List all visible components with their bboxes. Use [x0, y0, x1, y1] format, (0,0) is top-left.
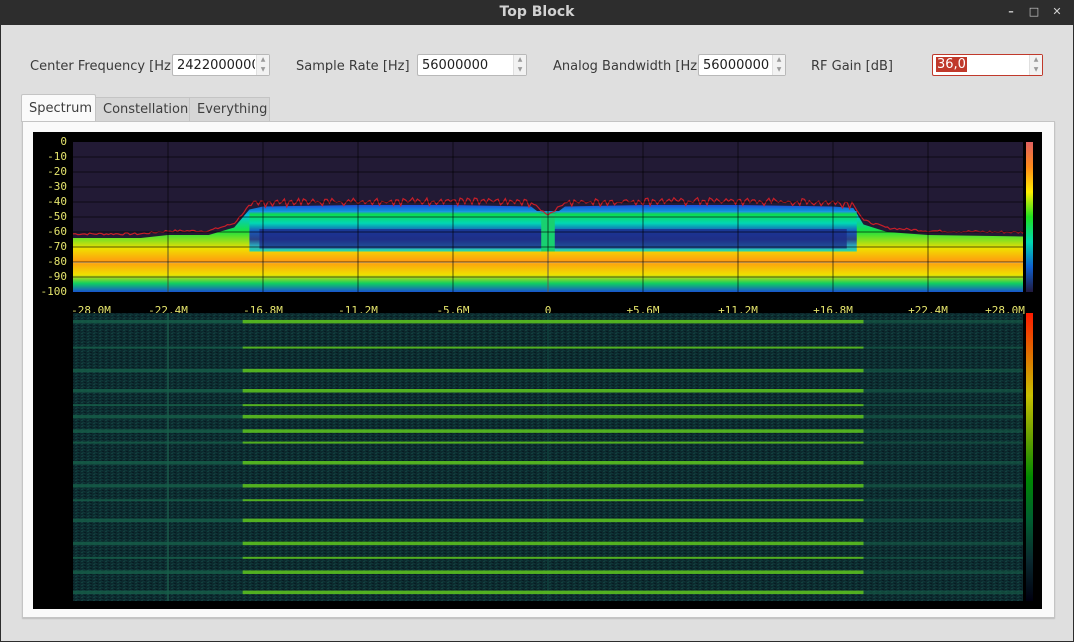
waterfall-burst-edge [73, 368, 243, 373]
plot-area: 0 -10 -20 -30 -40 -50 -60 -70 -80 -90 -100 -28,0M -… [33, 132, 1042, 609]
waterfall-burst-edge [863, 414, 1023, 419]
waterfall-burst-edge [73, 346, 243, 349]
waterfall-burst [242, 541, 864, 546]
spectrum-tab-panel: 0 -10 -20 -30 -40 -50 -60 -70 -80 -90 -100 -28,0M -… [22, 121, 1055, 618]
waterfall-burst-edge [863, 461, 1023, 465]
waterfall-burst [242, 389, 864, 393]
waterfall-burst-edge [863, 570, 1023, 574]
waterfall-burst-edge [863, 556, 1023, 559]
waterfall-burst-edge [863, 429, 1023, 433]
center-frequency-label: Center Frequency [Hz] [30, 59, 176, 74]
spin-arrows: ▲ ▼ [1029, 55, 1042, 75]
waterfall-burst [242, 404, 864, 407]
sample-rate-label: Sample Rate [Hz] [296, 59, 410, 74]
waterfall-burst-edge [863, 368, 1023, 373]
waterfall-burst-edge [863, 590, 1023, 595]
spin-up-icon[interactable]: ▲ [1030, 55, 1042, 65]
spin-up-icon[interactable]: ▲ [257, 55, 269, 65]
waterfall-burst [242, 570, 864, 574]
waterfall-burst [242, 414, 864, 419]
waterfall-burst [242, 368, 864, 373]
spin-down-icon[interactable]: ▼ [773, 65, 785, 75]
analog-bandwidth-label: Analog Bandwidth [Hz] [553, 59, 703, 74]
center-frequency-spinbox[interactable]: ▲ ▼ [172, 54, 270, 76]
spin-up-icon[interactable]: ▲ [514, 55, 526, 65]
spectrum-colorbar [1026, 142, 1033, 292]
waterfall-burst-edge [863, 518, 1023, 523]
waterfall-burst [242, 484, 864, 488]
sample-rate-input[interactable] [419, 56, 515, 74]
waterfall-burst [242, 590, 864, 595]
waterfall-burst-edge [863, 346, 1023, 349]
spin-down-icon[interactable]: ▼ [257, 65, 269, 75]
spin-down-icon[interactable]: ▼ [1030, 65, 1042, 75]
spin-arrows: ▲ ▼ [256, 55, 269, 75]
waterfall-burst [242, 461, 864, 465]
waterfall-burst-edge [73, 461, 243, 465]
waterfall-burst [242, 499, 864, 502]
spin-arrows: ▲ ▼ [772, 55, 785, 75]
waterfall-burst [242, 556, 864, 559]
waterfall-burst-edge [73, 590, 243, 595]
center-frequency-input[interactable] [174, 56, 258, 74]
waterfall-burst-edge [73, 556, 243, 559]
minimize-button[interactable]: – [1004, 5, 1018, 19]
waterfall-burst-edge [73, 404, 243, 407]
waterfall-burst-edge [863, 404, 1023, 407]
waterfall-burst-edge [73, 484, 243, 488]
waterfall-burst [242, 518, 864, 523]
spin-arrows: ▲ ▼ [513, 55, 526, 75]
main-window: Center Frequency [Hz] ▲ ▼ Sample Rate [H… [1, 25, 1073, 641]
close-button[interactable]: ✕ [1050, 5, 1064, 19]
rf-gain-input[interactable]: 36,0 [936, 56, 967, 74]
spin-down-icon[interactable]: ▼ [514, 65, 526, 75]
waterfall-burst-edge [73, 429, 243, 433]
waterfall-burst [242, 429, 864, 433]
waterfall-burst [242, 441, 864, 444]
waterfall-burst-edge [73, 319, 243, 324]
waterfall-burst [242, 346, 864, 349]
analog-bandwidth-input[interactable] [700, 56, 774, 74]
spin-up-icon[interactable]: ▲ [773, 55, 785, 65]
waterfall-colorbar [1026, 313, 1033, 601]
waterfall-burst-edge [863, 541, 1023, 546]
waterfall-burst-edge [863, 319, 1023, 324]
sample-rate-spinbox[interactable]: ▲ ▼ [417, 54, 527, 76]
waterfall-burst-edge [863, 389, 1023, 393]
waterfall-burst-edge [73, 518, 243, 523]
rf-gain-label: RF Gain [dB] [811, 59, 893, 74]
waterfall-burst-edge [73, 414, 243, 419]
tab-everything[interactable]: Everything [189, 97, 270, 121]
waterfall-burst-edge [73, 541, 243, 546]
waterfall-burst-edge [73, 499, 243, 502]
title-bar: Top Block – □ ✕ [0, 0, 1074, 25]
rf-gain-selected-text: 36,0 [936, 57, 967, 72]
waterfall-burst-edge [863, 441, 1023, 444]
maximize-button[interactable]: □ [1027, 5, 1041, 19]
rf-gain-spinbox[interactable]: 36,0 ▲ ▼ [932, 54, 1043, 76]
spectrum-plot[interactable] [33, 132, 1042, 609]
waterfall-burst-edge [863, 499, 1023, 502]
waterfall-burst-edge [73, 441, 243, 444]
waterfall-burst-edge [863, 484, 1023, 488]
waterfall-burst-edge [73, 389, 243, 393]
tab-constellation[interactable]: Constellation [95, 97, 190, 121]
waterfall-burst [242, 319, 864, 324]
tab-spectrum[interactable]: Spectrum [21, 94, 96, 122]
analog-bandwidth-spinbox[interactable]: ▲ ▼ [698, 54, 786, 76]
waterfall-burst-edge [73, 570, 243, 574]
window-title: Top Block [499, 4, 575, 20]
